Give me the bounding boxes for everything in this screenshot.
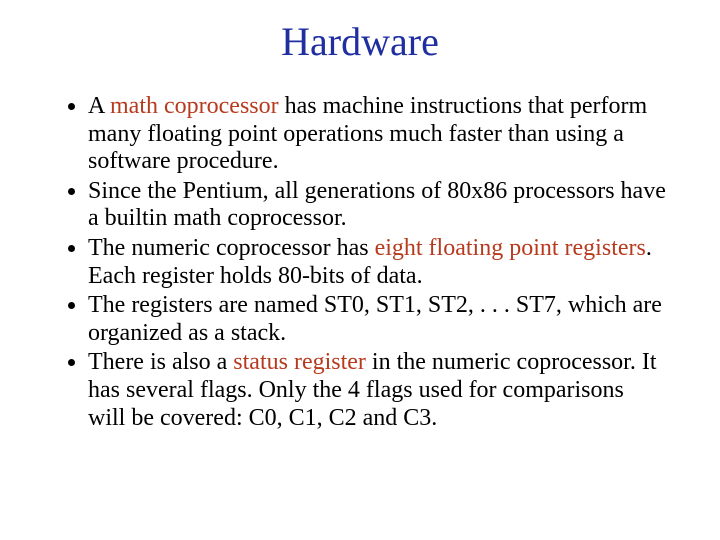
highlight-text: math coprocessor [110, 93, 279, 119]
slide: Hardware A math coprocessor has machine … [0, 0, 720, 540]
list-item: There is also a status register in the n… [88, 349, 670, 432]
text-pre: The numeric coprocessor has [88, 235, 375, 261]
text-pre: A [88, 93, 110, 119]
slide-title: Hardware [50, 18, 670, 65]
list-item: The numeric coprocessor has eight floati… [88, 235, 670, 290]
list-item: A math coprocessor has machine instructi… [88, 93, 670, 176]
list-item: Since the Pentium, all generations of 80… [88, 178, 670, 233]
text-pre: The registers are named ST0, ST1, ST2, .… [88, 292, 662, 346]
highlight-text: status register [233, 349, 366, 375]
list-item: The registers are named ST0, ST1, ST2, .… [88, 292, 670, 347]
text-pre: Since the Pentium, all generations of 80… [88, 178, 666, 232]
highlight-text: eight floating point registers [375, 235, 646, 261]
bullet-list: A math coprocessor has machine instructi… [50, 93, 670, 432]
text-pre: There is also a [88, 349, 233, 375]
